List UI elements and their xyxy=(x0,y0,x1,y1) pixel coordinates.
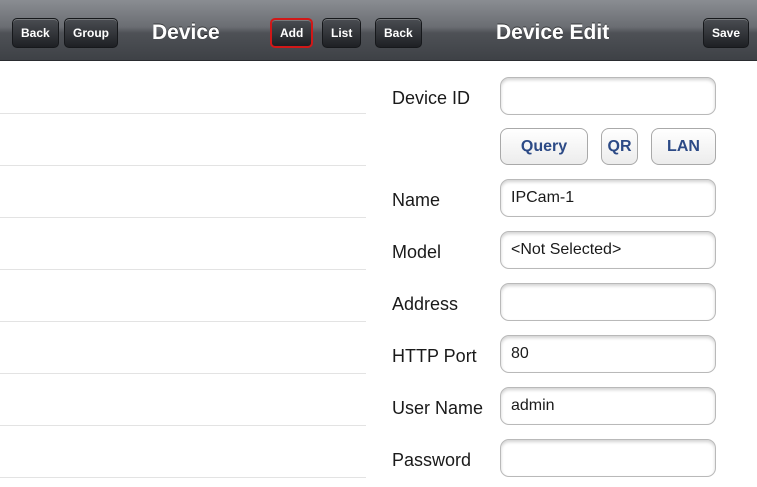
name-field[interactable]: IPCam-1 xyxy=(500,179,716,217)
list-button[interactable]: List xyxy=(322,18,362,48)
device-list-row[interactable] xyxy=(0,322,366,374)
device-id-label: Device ID xyxy=(392,87,471,108)
device-title: Device xyxy=(152,21,220,44)
name-label: Name xyxy=(392,189,441,210)
back-button[interactable]: Back xyxy=(12,18,59,48)
http-port-field[interactable]: 80 xyxy=(500,335,716,373)
user-name-field[interactable]: admin xyxy=(500,387,716,425)
password-field[interactable] xyxy=(500,439,716,477)
device-list-row[interactable] xyxy=(0,374,366,426)
add-button[interactable]: Add xyxy=(270,18,314,48)
address-field[interactable] xyxy=(500,283,716,321)
device-edit-title: Device Edit xyxy=(496,21,610,44)
device-list-row[interactable] xyxy=(0,62,366,114)
device-list-row[interactable] xyxy=(0,166,366,218)
group-button[interactable]: Group xyxy=(64,18,118,48)
device-list-row[interactable] xyxy=(0,426,366,478)
save-button[interactable]: Save xyxy=(703,18,750,48)
device-edit-navbar: Back Device Edit Save xyxy=(370,0,757,61)
http-port-label: HTTP Port xyxy=(392,345,477,366)
model-label: Model xyxy=(392,241,442,262)
device-id-field[interactable] xyxy=(500,77,716,115)
device-navbar: Back Group Device Add List xyxy=(0,0,370,61)
device-list-row[interactable] xyxy=(0,114,366,166)
device-panel: Back Group Device Add List xyxy=(0,0,370,487)
qr-button[interactable]: QR xyxy=(601,128,638,165)
user-name-label: User Name xyxy=(392,397,484,418)
device-list-row[interactable] xyxy=(0,218,366,270)
address-label: Address xyxy=(392,293,459,314)
device-edit-panel: Back Device Edit Save Device ID Query QR… xyxy=(370,0,757,487)
back-button[interactable]: Back xyxy=(375,18,422,48)
password-label: Password xyxy=(392,449,472,470)
query-button[interactable]: Query xyxy=(500,128,588,165)
lan-button[interactable]: LAN xyxy=(651,128,716,165)
model-select[interactable]: <Not Selected> xyxy=(500,231,716,269)
device-list-row[interactable] xyxy=(0,270,366,322)
